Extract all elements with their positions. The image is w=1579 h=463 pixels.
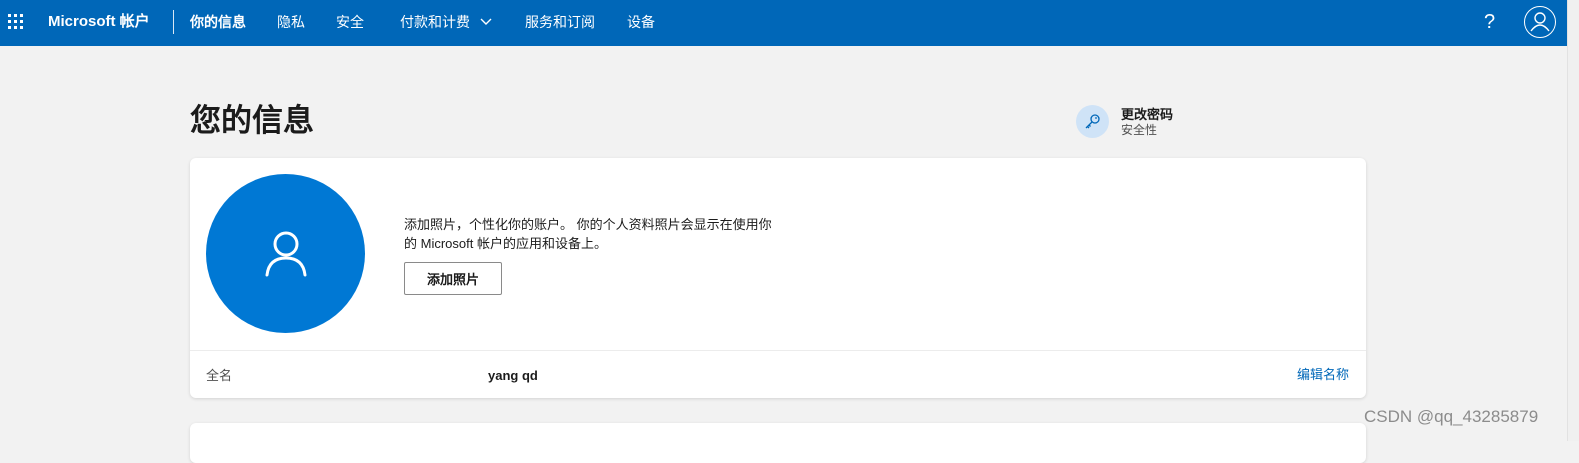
profile-card: 添加照片，个性化你的账户。 你的个人资料照片会显示在使用你的 Microsoft… xyxy=(190,158,1366,398)
nav-payment-billing-label: 付款和计费 xyxy=(400,14,470,30)
profile-photo[interactable] xyxy=(206,174,365,333)
change-password-link[interactable]: 更改密码 安全性 xyxy=(1076,105,1196,139)
nav-divider xyxy=(173,10,174,34)
nav-privacy-label: 隐私 xyxy=(277,14,305,30)
page-scrollbar[interactable] xyxy=(1567,0,1579,441)
add-photo-button[interactable]: 添加照片 xyxy=(404,262,502,295)
nav-security-label: 安全 xyxy=(336,14,364,30)
nav-security[interactable]: 安全 xyxy=(336,13,364,31)
full-name-label: 全名 xyxy=(206,368,233,383)
help-button[interactable]: ? xyxy=(1484,9,1495,35)
nav-payment-billing[interactable]: 付款和计费 xyxy=(400,13,492,31)
nav-your-info[interactable]: 你的信息 xyxy=(190,13,246,31)
top-navigation-bar: Microsoft 帐户 你的信息 隐私 安全 付款和计费 服务和订阅 设备 ? xyxy=(0,0,1567,46)
waffle-grid-icon[interactable] xyxy=(8,14,24,30)
nav-services-subscriptions[interactable]: 服务和订阅 xyxy=(525,13,595,31)
nav-your-info-label: 你的信息 xyxy=(190,14,246,30)
chevron-down-icon xyxy=(480,18,492,25)
photo-description: 添加照片，个性化你的账户。 你的个人资料照片会显示在使用你的 Microsoft… xyxy=(404,217,772,251)
next-card xyxy=(190,423,1366,463)
key-icon xyxy=(1085,114,1100,129)
nav-devices[interactable]: 设备 xyxy=(627,13,655,31)
nav-devices-label: 设备 xyxy=(627,14,655,30)
edit-name-link[interactable]: 编辑名称 xyxy=(1297,366,1349,383)
full-name-value: yang qd xyxy=(488,368,538,383)
nav-privacy[interactable]: 隐私 xyxy=(277,13,305,31)
page-title: 您的信息 xyxy=(190,103,314,138)
account-avatar-button[interactable] xyxy=(1524,6,1556,38)
person-icon xyxy=(265,231,307,277)
change-password-subtitle: 安全性 xyxy=(1121,123,1158,137)
user-avatar-icon xyxy=(1529,11,1550,31)
card-divider xyxy=(190,350,1366,351)
brand-title[interactable]: Microsoft 帐户 xyxy=(48,12,150,32)
watermark: CSDN @qq_43285879 xyxy=(1364,407,1539,426)
nav-services-subscriptions-label: 服务和订阅 xyxy=(525,14,595,30)
key-icon-circle xyxy=(1076,105,1109,138)
change-password-title: 更改密码 xyxy=(1121,107,1174,122)
